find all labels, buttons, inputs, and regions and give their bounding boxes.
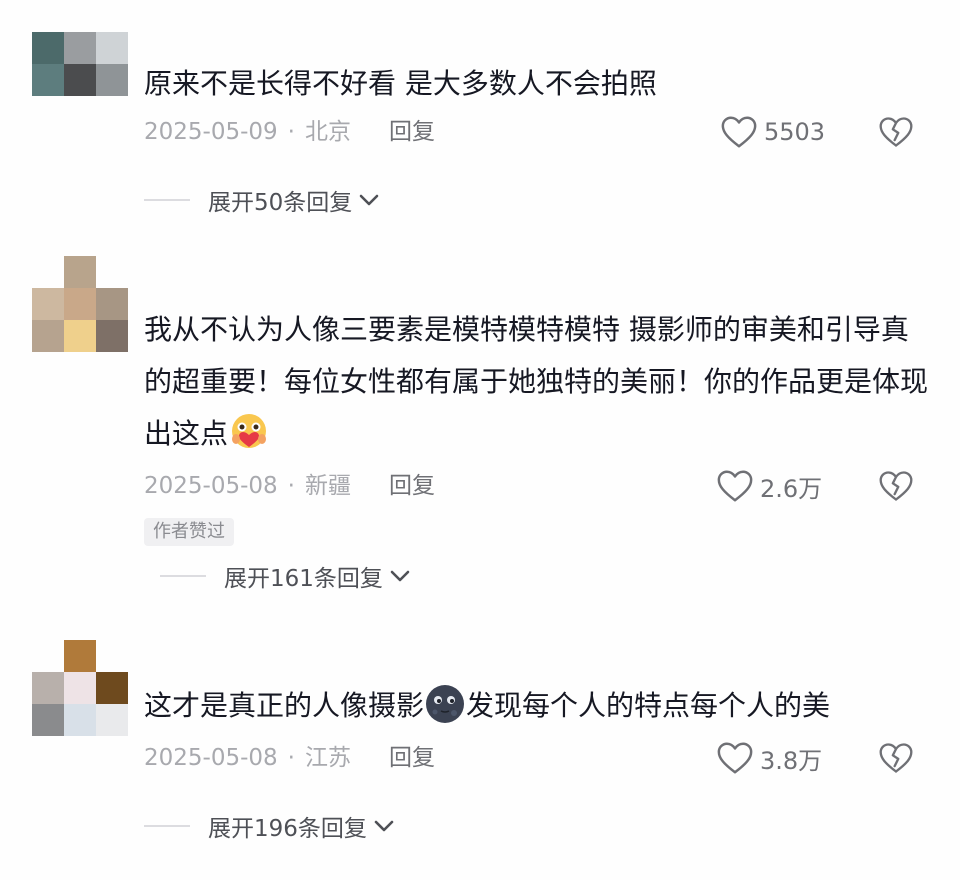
heart-outline-icon xyxy=(717,742,753,774)
like-button[interactable]: 3.8万 xyxy=(716,738,822,778)
heart-outline-icon xyxy=(717,470,753,502)
dislike-button[interactable] xyxy=(876,466,916,506)
comment-date: 2025-05-08 xyxy=(144,473,278,499)
comment-location: 新疆 xyxy=(304,473,351,499)
avatar[interactable] xyxy=(32,256,128,352)
like-button[interactable]: 2.6万 xyxy=(716,466,822,506)
comment-meta: 2025-05-08 · 新疆 回复 xyxy=(144,466,435,506)
broken-heart-icon xyxy=(879,743,913,773)
reply-button[interactable]: 回复 xyxy=(389,119,435,145)
comment-location: 北京 xyxy=(304,119,351,145)
like-count: 5503 xyxy=(764,118,826,146)
dark-moon-face-emoji xyxy=(426,685,465,723)
reply-button[interactable]: 回复 xyxy=(389,473,435,499)
author-liked-badge: 作者赞过 xyxy=(144,518,234,546)
separator-dot: · xyxy=(287,745,295,771)
avatar[interactable] xyxy=(32,640,128,736)
divider-line xyxy=(160,575,206,577)
comment-date: 2025-05-08 xyxy=(144,745,278,771)
comment-location: 江苏 xyxy=(304,745,351,771)
like-button[interactable]: 5503 xyxy=(720,112,825,152)
reply-button[interactable]: 回复 xyxy=(389,745,435,771)
comment-text: 这才是真正的人像摄影 发现每个人的特点每个人的美 xyxy=(144,680,934,732)
expand-replies-label: 展开196条回复 xyxy=(208,816,367,842)
expand-replies-label: 展开50条回复 xyxy=(208,190,353,216)
hugging-face-emoji xyxy=(232,414,267,448)
broken-heart-icon xyxy=(879,117,913,147)
expand-replies-button[interactable]: 展开196条回复 xyxy=(144,806,395,846)
chevron-down-icon xyxy=(359,194,379,206)
dislike-button[interactable] xyxy=(876,112,916,152)
chevron-down-icon xyxy=(390,570,410,582)
separator-dot: · xyxy=(287,473,295,499)
divider-line xyxy=(144,825,190,827)
expand-replies-button[interactable]: 展开161条回复 xyxy=(160,556,411,596)
heart-outline-icon xyxy=(721,116,757,148)
chevron-down-icon xyxy=(374,820,394,832)
separator-dot: · xyxy=(287,119,295,145)
like-count: 2.6万 xyxy=(760,474,823,503)
broken-heart-icon xyxy=(879,471,913,501)
comment-meta: 2025-05-08 · 江苏 回复 xyxy=(144,738,435,778)
comment-date: 2025-05-09 xyxy=(144,119,278,145)
comment-text-part-1: 这才是真正的人像摄影 xyxy=(144,689,425,722)
divider-line xyxy=(144,199,190,201)
avatar[interactable] xyxy=(32,32,128,96)
dislike-button[interactable] xyxy=(876,738,916,778)
comment-meta: 2025-05-09 · 北京 回复 xyxy=(144,112,435,152)
expand-replies-label: 展开161条回复 xyxy=(224,566,383,592)
expand-replies-button[interactable]: 展开50条回复 xyxy=(144,180,380,220)
comment-text: 我从不认为人像三要素是模特模特模特 摄影师的审美和引导真的超重要！每位女性都有属… xyxy=(144,304,934,460)
comment-text-part-2: 发现每个人的特点每个人的美 xyxy=(466,689,831,722)
comment-text: 原来不是长得不好看 是大多数人不会拍照 xyxy=(144,67,657,100)
like-count: 3.8万 xyxy=(760,746,823,775)
